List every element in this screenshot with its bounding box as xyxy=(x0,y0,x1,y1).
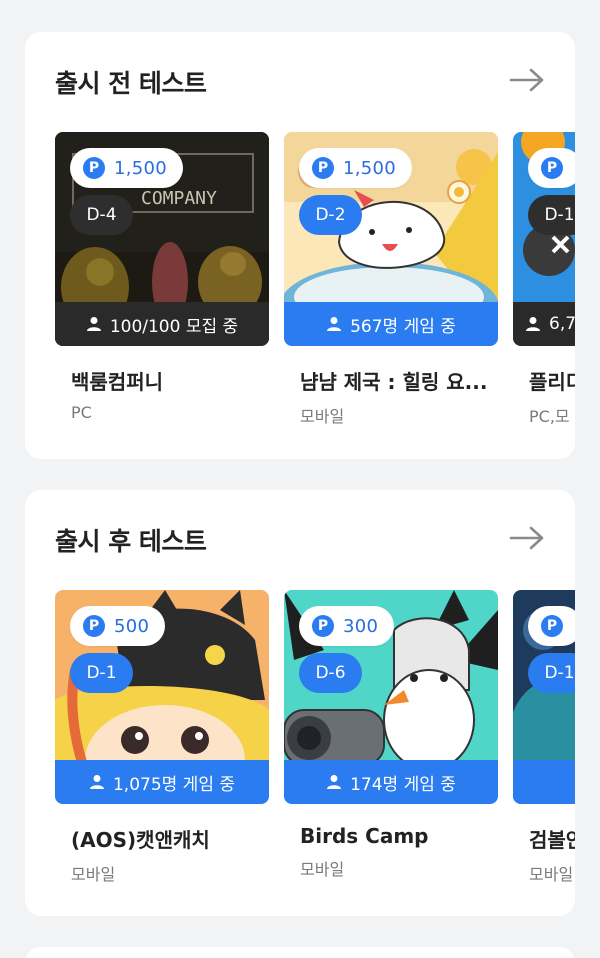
game-platform: 모바일 xyxy=(71,865,116,884)
game-thumbnail: P D-1 xyxy=(513,590,575,804)
dday-badge: D-1 xyxy=(70,653,133,693)
dday-badge: D-6 xyxy=(299,653,362,693)
svg-text:COMPANY: COMPANY xyxy=(141,188,217,209)
status-bar: 6,7 xyxy=(513,302,575,346)
user-icon xyxy=(89,775,104,789)
user-icon xyxy=(86,317,101,331)
game-platform: PC,모 xyxy=(529,407,570,426)
status-bar xyxy=(513,760,575,804)
section-title: 출시 후 테스트 xyxy=(55,527,207,556)
card-carousel[interactable]: M COMPANY P 1,500 D-4 100/100 모집 중 xyxy=(55,132,575,432)
game-title[interactable]: 플리디 xyxy=(529,366,575,395)
game-thumbnail: P 300 D-6 174명 게임 중 xyxy=(284,590,498,804)
game-card[interactable]: M COMPANY P 1,500 D-4 100/100 모집 중 xyxy=(55,132,269,422)
user-icon xyxy=(327,775,342,789)
points-value: 300 xyxy=(343,615,379,637)
game-thumbnail: P 1,500 D-2 567명 게임 중 xyxy=(284,132,498,346)
game-title[interactable]: Birds Camp xyxy=(300,824,498,848)
points-icon: P xyxy=(541,157,563,179)
game-title[interactable]: 냠냠 제국 : 힐링 요... xyxy=(300,366,498,395)
game-card[interactable]: P D-1 6,7 플리디 PC,모 xyxy=(513,132,575,427)
dday-badge: D-2 xyxy=(299,195,362,235)
status-text: 100/100 모집 중 xyxy=(109,316,239,337)
game-card[interactable]: P 1,500 D-2 567명 게임 중 냠냠 제국 : 힐링 요... 모바… xyxy=(284,132,498,427)
status-bar: 100/100 모집 중 xyxy=(55,302,269,346)
game-title[interactable]: 검볼안 xyxy=(529,824,575,853)
game-platform: 모바일 xyxy=(300,860,345,879)
points-badge: P 1,500 xyxy=(70,148,184,188)
points-badge: P xyxy=(528,606,575,646)
status-bar: 1,075명 게임 중 xyxy=(55,760,269,804)
pre-release-test-section: 출시 전 테스트 M COMPANY xyxy=(25,32,575,459)
section-title: 출시 전 테스트 xyxy=(55,69,207,98)
user-icon xyxy=(526,317,540,331)
game-platform: 모바일 xyxy=(529,865,574,884)
arrow-right-icon[interactable] xyxy=(509,67,545,93)
game-card[interactable]: P 300 D-6 174명 게임 중 Birds Camp 모바일 xyxy=(284,590,498,880)
game-title[interactable]: (AOS)캣앤캐치 xyxy=(71,824,269,853)
dday-badge: D-1 xyxy=(528,653,575,693)
points-badge: P 1,500 xyxy=(299,148,413,188)
game-platform: 모바일 xyxy=(300,407,345,426)
status-text: 567명 게임 중 xyxy=(350,316,456,337)
status-text: 1,075명 게임 중 xyxy=(112,774,236,795)
status-bar: 174명 게임 중 xyxy=(284,760,498,804)
arrow-right-icon[interactable] xyxy=(509,525,545,551)
points-value: 1,500 xyxy=(114,157,168,179)
points-icon: P xyxy=(83,615,105,637)
card-carousel[interactable]: P 500 D-1 1,075명 게임 중 (AOS)캣앤캐치 모바일 P 30… xyxy=(55,590,575,890)
user-icon xyxy=(327,317,342,331)
game-title[interactable]: 백룸컴퍼니 xyxy=(71,366,269,395)
points-value: 1,500 xyxy=(343,157,397,179)
next-section xyxy=(25,947,575,958)
points-value: 500 xyxy=(114,615,150,637)
game-thumbnail: M COMPANY P 1,500 D-4 100/100 모집 중 xyxy=(55,132,269,346)
status-text: 174명 게임 중 xyxy=(350,774,456,795)
game-card[interactable]: P D-1 검볼안 모바일 xyxy=(513,590,575,885)
status-text: 6,7 xyxy=(549,314,575,334)
game-card[interactable]: P 500 D-1 1,075명 게임 중 (AOS)캣앤캐치 모바일 xyxy=(55,590,269,885)
points-badge: P 300 xyxy=(299,606,395,646)
points-icon: P xyxy=(312,157,334,179)
game-thumbnail: P D-1 6,7 xyxy=(513,132,575,346)
status-bar: 567명 게임 중 xyxy=(284,302,498,346)
points-icon: P xyxy=(541,615,563,637)
points-icon: P xyxy=(312,615,334,637)
dday-badge: D-1 xyxy=(528,195,575,235)
game-platform: PC xyxy=(71,403,92,422)
game-thumbnail: P 500 D-1 1,075명 게임 중 xyxy=(55,590,269,804)
points-badge: P xyxy=(528,148,575,188)
dday-badge: D-4 xyxy=(70,195,133,235)
post-release-test-section: 출시 후 테스트 P 500 D-1 1,075명 게임 중 (AOS)캣앤캐치… xyxy=(25,490,575,916)
points-icon: P xyxy=(83,157,105,179)
points-badge: P 500 xyxy=(70,606,166,646)
top-edge xyxy=(0,0,600,2)
